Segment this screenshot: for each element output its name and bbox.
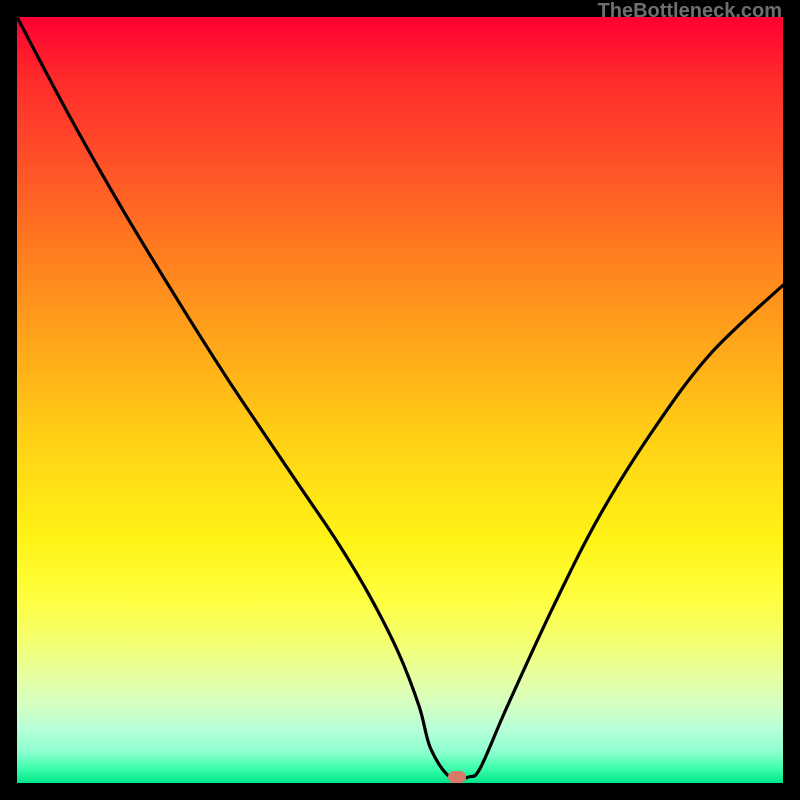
plot-background-gradient xyxy=(17,17,783,783)
watermark-text: TheBottleneck.com xyxy=(598,0,782,23)
chart-frame: TheBottleneck.com xyxy=(0,0,800,800)
optimal-point-marker xyxy=(448,771,466,783)
